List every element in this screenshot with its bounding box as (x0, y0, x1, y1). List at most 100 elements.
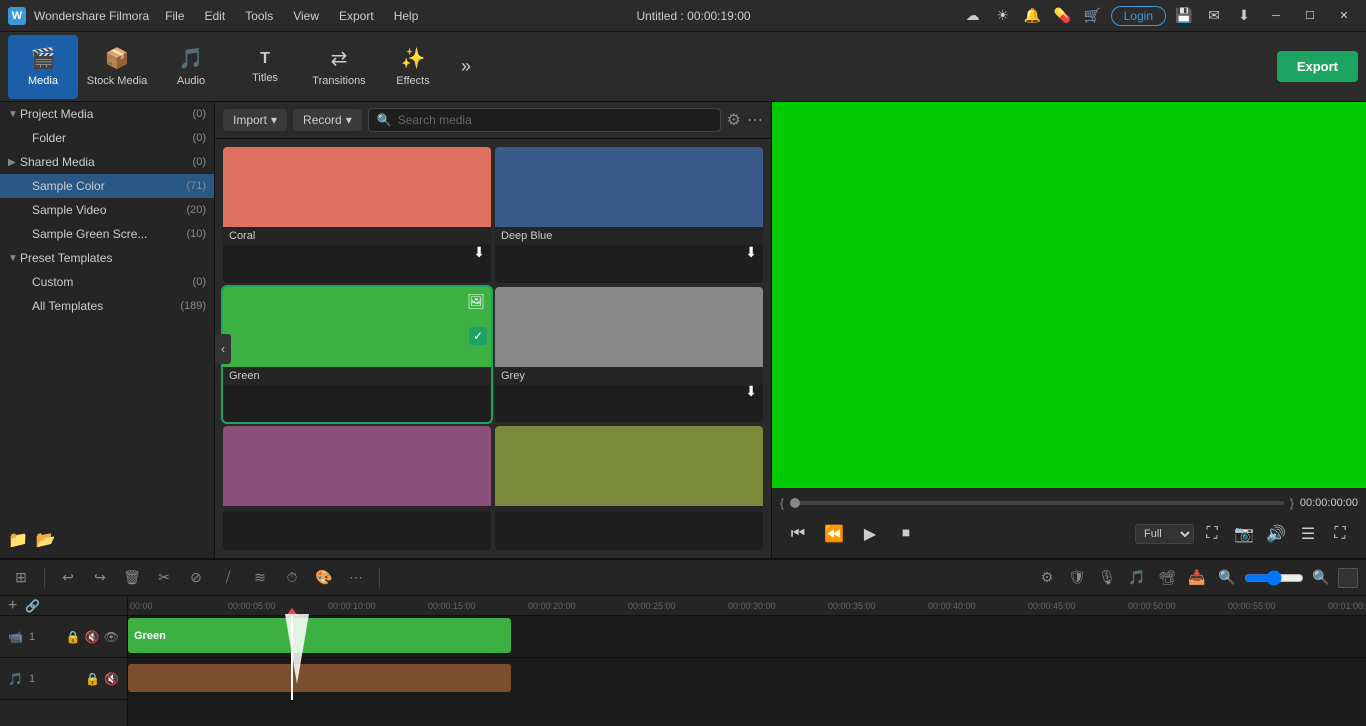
media-card-deep-blue[interactable]: ⬇ Deep Blue (495, 147, 763, 283)
shield-icon[interactable]: 🛡 (1064, 565, 1090, 591)
skip-back-button[interactable]: ⏮ (784, 520, 812, 548)
playlist-icon[interactable]: ☰ (1294, 520, 1322, 548)
timeline-content: + 🔗 📹 1 🔒 🔇 👁 🎵 1 🔒 🔇 (0, 596, 1366, 726)
menu-view[interactable]: View (285, 7, 327, 25)
camera-mode-icon[interactable]: 📽 (1154, 565, 1180, 591)
playhead[interactable] (291, 616, 293, 700)
add-track-button[interactable]: + (8, 597, 17, 615)
cart-icon[interactable]: 🛒 (1081, 4, 1105, 28)
coral-label: Coral (223, 227, 491, 245)
delete-button[interactable]: 🗑 (119, 565, 145, 591)
fullscreen-icon[interactable]: ⛶ (1326, 520, 1354, 548)
media-card-coral[interactable]: ⬇ Coral (223, 147, 491, 283)
split-button[interactable]: ⧸ (215, 565, 241, 591)
close-button[interactable]: ✕ (1330, 2, 1358, 30)
sample-green-item[interactable]: Sample Green Scre... (10) (0, 222, 214, 246)
fit-screen-icon[interactable]: ⛶ (1198, 520, 1226, 548)
pill-icon[interactable]: 💊 (1051, 4, 1075, 28)
project-media-section[interactable]: ▼ Project Media (0) (0, 102, 214, 126)
menu-help[interactable]: Help (386, 7, 427, 25)
stop-button[interactable]: ⏹ (892, 520, 920, 548)
toolbar-media[interactable]: 🎬 Media (8, 35, 78, 99)
folder-item[interactable]: Folder (0) (0, 126, 214, 150)
more-timeline-button[interactable]: ⋯ (343, 565, 369, 591)
toolbar-effects[interactable]: ✨ Effects (378, 35, 448, 99)
menu-bar: File Edit Tools View Export Help (157, 7, 426, 25)
settings-icon[interactable]: ⚙ (1034, 565, 1060, 591)
search-box[interactable]: 🔍 Search media (368, 108, 721, 132)
toolbar-titles[interactable]: T Titles (230, 35, 300, 99)
media-card-purple[interactable] (223, 426, 491, 550)
video-eye-icon[interactable]: 👁 (104, 630, 119, 644)
maximize-button[interactable]: ☐ (1296, 2, 1324, 30)
menu-file[interactable]: File (157, 7, 192, 25)
screenshot-icon[interactable]: 📷 (1230, 520, 1258, 548)
progress-handle[interactable] (790, 498, 800, 508)
play-button[interactable]: ▶ (856, 520, 884, 548)
media-card-green[interactable]: 🖼 ✓ Green (223, 287, 491, 423)
media-card-olive[interactable] (495, 426, 763, 550)
sun-icon[interactable]: ☀ (991, 4, 1015, 28)
notification-icon[interactable]: 🔔 (1021, 4, 1045, 28)
disable-button[interactable]: ⊘ (183, 565, 209, 591)
in-point-icon: { (780, 496, 784, 510)
green-clip[interactable]: Green (128, 618, 511, 653)
audio-lock-icon[interactable]: 🔒 (85, 672, 100, 686)
open-folder-icon[interactable]: 📂 (36, 530, 56, 550)
download-icon[interactable]: ⬇ (1232, 4, 1256, 28)
all-templates-item[interactable]: All Templates (189) (0, 294, 214, 318)
zoom-in-icon[interactable]: 🔍 (1308, 565, 1334, 591)
preview-controls: { } 00:00:00:00 ⏮ ⏪ ▶ ⏹ Full 50% (772, 488, 1366, 558)
export-button[interactable]: Export (1277, 51, 1358, 82)
ruler-20: 00:00:20:00 (528, 601, 576, 611)
audio-settings-button[interactable]: ≋ (247, 565, 273, 591)
preview-screen (772, 102, 1366, 488)
scroll-left-button[interactable]: ‹ (215, 334, 231, 364)
menu-tools[interactable]: Tools (237, 7, 281, 25)
progress-bar[interactable] (790, 501, 1284, 505)
media-card-grey[interactable]: ⬇ Grey (495, 287, 763, 423)
import-button[interactable]: Import ▾ (223, 109, 287, 131)
cut-button[interactable]: ✂ (151, 565, 177, 591)
volume-icon[interactable]: 🔊 (1262, 520, 1290, 548)
mic-icon[interactable]: 🎙 (1094, 565, 1120, 591)
menu-edit[interactable]: Edit (197, 7, 234, 25)
video-lock-icon[interactable]: 🔒 (66, 630, 81, 644)
save-icon[interactable]: 💾 (1172, 4, 1196, 28)
video-mute-icon[interactable]: 🔇 (85, 630, 100, 644)
sample-video-item[interactable]: Sample Video (20) (0, 198, 214, 222)
more-toolbar-button[interactable]: » (452, 53, 480, 81)
zoom-slider[interactable] (1244, 570, 1304, 586)
login-button[interactable]: Login (1111, 6, 1166, 26)
color-grade-button[interactable]: 🎨 (311, 565, 337, 591)
grid-options-icon[interactable]: ⋯ (747, 110, 763, 130)
link-icon[interactable]: 🔗 (25, 599, 40, 613)
toolbar-transitions[interactable]: ⇄ Transitions (304, 35, 374, 99)
import-media-icon[interactable]: 📥 (1184, 565, 1210, 591)
step-back-button[interactable]: ⏪ (820, 520, 848, 548)
preset-templates-label: Preset Templates (20, 251, 206, 265)
zoom-select[interactable]: Full 50% 75% 100% (1135, 524, 1194, 544)
main-content: ▼ Project Media (0) Folder (0) ▶ Shared … (0, 102, 1366, 558)
audio-clip[interactable] (128, 664, 511, 692)
grid-view-button[interactable]: ⊞ (8, 565, 34, 591)
toolbar-stock-media[interactable]: 📦 Stock Media (82, 35, 152, 99)
speed-button[interactable]: ⏱ (279, 565, 305, 591)
new-folder-icon[interactable]: 📁 (8, 530, 28, 550)
redo-button[interactable]: ↪ (87, 565, 113, 591)
custom-item[interactable]: Custom (0) (0, 270, 214, 294)
audio-mute-icon[interactable]: 🔇 (104, 672, 119, 686)
music-icon[interactable]: 🎵 (1124, 565, 1150, 591)
shared-media-section[interactable]: ▶ Shared Media (0) (0, 150, 214, 174)
record-button[interactable]: Record ▾ (293, 109, 362, 131)
message-icon[interactable]: ✉ (1202, 4, 1226, 28)
zoom-out-icon[interactable]: 🔍 (1214, 565, 1240, 591)
cloud-icon[interactable]: ☁ (961, 4, 985, 28)
toolbar-audio[interactable]: 🎵 Audio (156, 35, 226, 99)
preset-templates-section[interactable]: ▼ Preset Templates (0, 246, 214, 270)
menu-export[interactable]: Export (331, 7, 382, 25)
filter-icon[interactable]: ⚙ (727, 110, 741, 130)
undo-button[interactable]: ↩ (55, 565, 81, 591)
minimize-button[interactable]: ─ (1262, 2, 1290, 30)
sample-color-item[interactable]: Sample Color (71) (0, 174, 214, 198)
